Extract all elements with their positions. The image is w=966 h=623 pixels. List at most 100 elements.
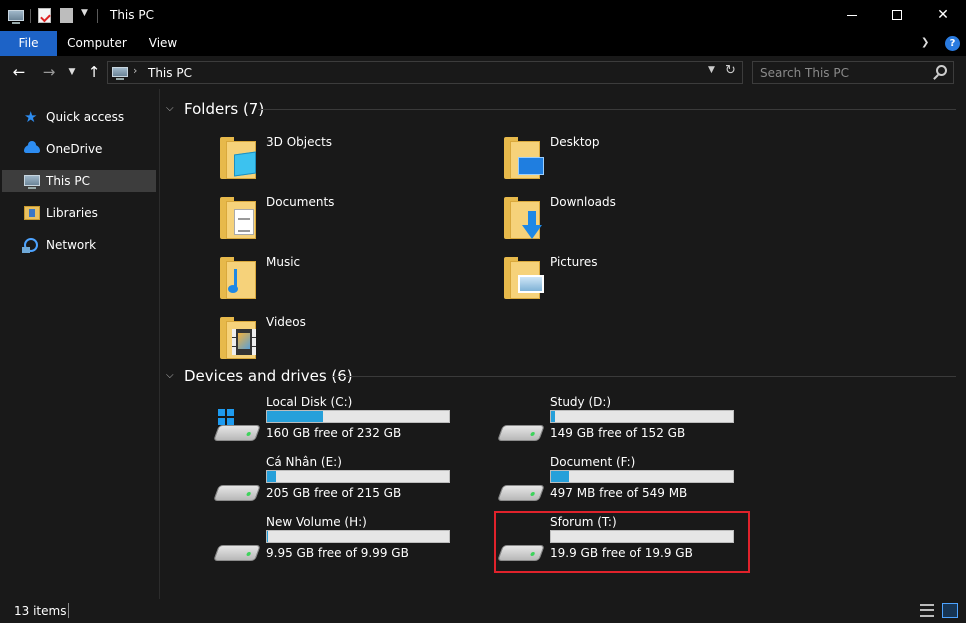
sidebar-item-label: Quick access (46, 110, 125, 124)
drive-free-space: 9.95 GB free of 9.99 GB (266, 546, 409, 560)
address-bar[interactable]: › This PC ▼ ↻ (107, 61, 743, 84)
computer-icon (24, 174, 40, 189)
forward-arrow-icon[interactable]: → (40, 63, 58, 81)
folders-group-header[interactable]: ⌵ Folders (7) (166, 98, 264, 120)
hard-drive-icon (213, 529, 261, 569)
drive-free-space: 497 MB free of 549 MB (550, 486, 688, 500)
back-arrow-icon[interactable]: ← (10, 63, 28, 81)
drive-usage-bar (550, 410, 734, 423)
group-divider (258, 109, 956, 110)
hard-drive-icon (497, 409, 545, 449)
sidebar-item-onedrive[interactable]: OneDrive (2, 138, 156, 160)
drive-free-space: 149 GB free of 152 GB (550, 426, 686, 440)
highlight-box (494, 511, 750, 573)
sidebar-item-libraries[interactable]: Libraries (2, 202, 156, 224)
tab-file[interactable]: File (0, 31, 57, 56)
customize-toolbar-chevron-icon[interactable]: ▼ (81, 8, 91, 24)
sidebar-item-label: Libraries (46, 206, 98, 220)
group-divider (333, 376, 956, 377)
folder-item-3d-objects[interactable]: 3D Objects (220, 133, 490, 189)
minimize-button[interactable] (829, 0, 875, 31)
drive-usage-bar (266, 530, 450, 543)
folder-label: Videos (266, 315, 306, 329)
sidebar-item-network[interactable]: Network (2, 234, 156, 256)
tab-view[interactable]: View (137, 31, 189, 56)
maximize-button[interactable] (874, 0, 920, 31)
drive-item-h[interactable]: New Volume (H:) 9.95 GB free of 9.99 GB (213, 515, 486, 571)
drive-label: Cá Nhân (E:) (266, 455, 342, 469)
cloud-icon (24, 141, 40, 153)
folder-label: Music (266, 255, 301, 269)
drive-label: Document (F:) (550, 455, 636, 469)
3d-objects-folder-icon (220, 133, 260, 181)
status-divider (68, 603, 69, 618)
folder-item-music[interactable]: Music (220, 253, 490, 309)
drives-group-header[interactable]: ⌵ Devices and drives (6) (166, 365, 353, 387)
sidebar-item-label: This PC (46, 174, 90, 188)
folder-label: Pictures (550, 255, 598, 269)
up-arrow-icon[interactable]: ↑ (85, 63, 103, 81)
folder-label: Documents (266, 195, 335, 209)
drive-label: Local Disk (C:) (266, 395, 353, 409)
collapse-chevron-icon[interactable]: ⌵ (166, 370, 178, 382)
folder-label: 3D Objects (266, 135, 333, 149)
group-title: Devices and drives (6) (184, 367, 353, 385)
documents-folder-icon (220, 193, 260, 241)
music-folder-icon (220, 253, 260, 301)
expand-ribbon-chevron-icon[interactable]: ❯ (921, 37, 935, 51)
drive-free-space: 205 GB free of 215 GB (266, 486, 402, 500)
details-view-icon[interactable] (920, 604, 934, 617)
drive-item-e[interactable]: Cá Nhân (E:) 205 GB free of 215 GB (213, 455, 486, 511)
tab-computer[interactable]: Computer (57, 31, 137, 56)
network-icon (22, 238, 38, 253)
drive-item-d[interactable]: Study (D:) 149 GB free of 152 GB (497, 395, 770, 451)
folder-item-desktop[interactable]: Desktop (504, 133, 774, 189)
collapse-chevron-icon[interactable]: ⌵ (166, 103, 178, 115)
folder-item-downloads[interactable]: Downloads (504, 193, 774, 249)
new-folder-icon[interactable] (59, 8, 75, 24)
windows-logo-icon (218, 409, 234, 425)
refresh-icon[interactable]: ↻ (725, 63, 736, 78)
address-history-chevron-icon[interactable]: ▼ (708, 65, 715, 75)
large-icons-view-icon[interactable] (942, 603, 958, 618)
drive-item-f[interactable]: Document (F:) 497 MB free of 549 MB (497, 455, 770, 511)
drive-usage-bar (266, 470, 450, 483)
hard-drive-icon (213, 469, 261, 509)
downloads-folder-icon (504, 193, 544, 241)
drive-usage-bar (550, 470, 734, 483)
maximize-icon (892, 10, 902, 20)
search-input[interactable]: Search This PC (752, 61, 954, 84)
breadcrumb[interactable]: This PC (148, 66, 192, 80)
drive-item-c[interactable]: Local Disk (C:) 160 GB free of 232 GB (213, 395, 486, 451)
recent-locations-chevron-icon[interactable]: ▼ (66, 63, 78, 81)
close-button[interactable]: ✕ (920, 0, 966, 31)
sidebar-item-quick-access[interactable]: ★ Quick access (2, 106, 156, 128)
navigation-pane: ★ Quick access OneDrive This PC Librarie… (0, 89, 160, 599)
quick-access-toolbar: ▼ (8, 8, 104, 24)
hard-drive-icon (497, 469, 545, 509)
folder-item-pictures[interactable]: Pictures (504, 253, 774, 309)
search-icon[interactable] (936, 65, 947, 76)
drive-label: Study (D:) (550, 395, 612, 409)
minimize-icon (847, 15, 857, 16)
status-bar: 13 items (0, 599, 966, 623)
computer-icon[interactable] (8, 8, 24, 24)
close-icon: ✕ (937, 7, 949, 23)
group-title: Folders (7) (184, 100, 265, 118)
folder-item-documents[interactable]: Documents (220, 193, 490, 249)
file-list: ⌵ Folders (7) 3D Objects Desktop Documen… (161, 89, 966, 599)
libraries-icon (24, 206, 40, 220)
drive-label: New Volume (H:) (266, 515, 367, 529)
search-placeholder: Search This PC (760, 66, 849, 80)
sidebar-item-this-pc[interactable]: This PC (2, 170, 156, 192)
properties-icon[interactable] (37, 8, 53, 24)
toolbar-divider (30, 9, 31, 23)
navigation-bar: ← → ▼ ↑ › This PC ▼ ↻ Search This PC (0, 56, 966, 89)
folder-item-videos[interactable]: Videos (220, 313, 490, 369)
breadcrumb-chevron-icon[interactable]: › (133, 64, 137, 77)
help-icon[interactable]: ? (945, 36, 960, 51)
folder-label: Desktop (550, 135, 600, 149)
ribbon-tabs: File Computer View ❯ ? (0, 31, 966, 56)
videos-folder-icon (220, 313, 260, 361)
drive-usage-bar (266, 410, 450, 423)
